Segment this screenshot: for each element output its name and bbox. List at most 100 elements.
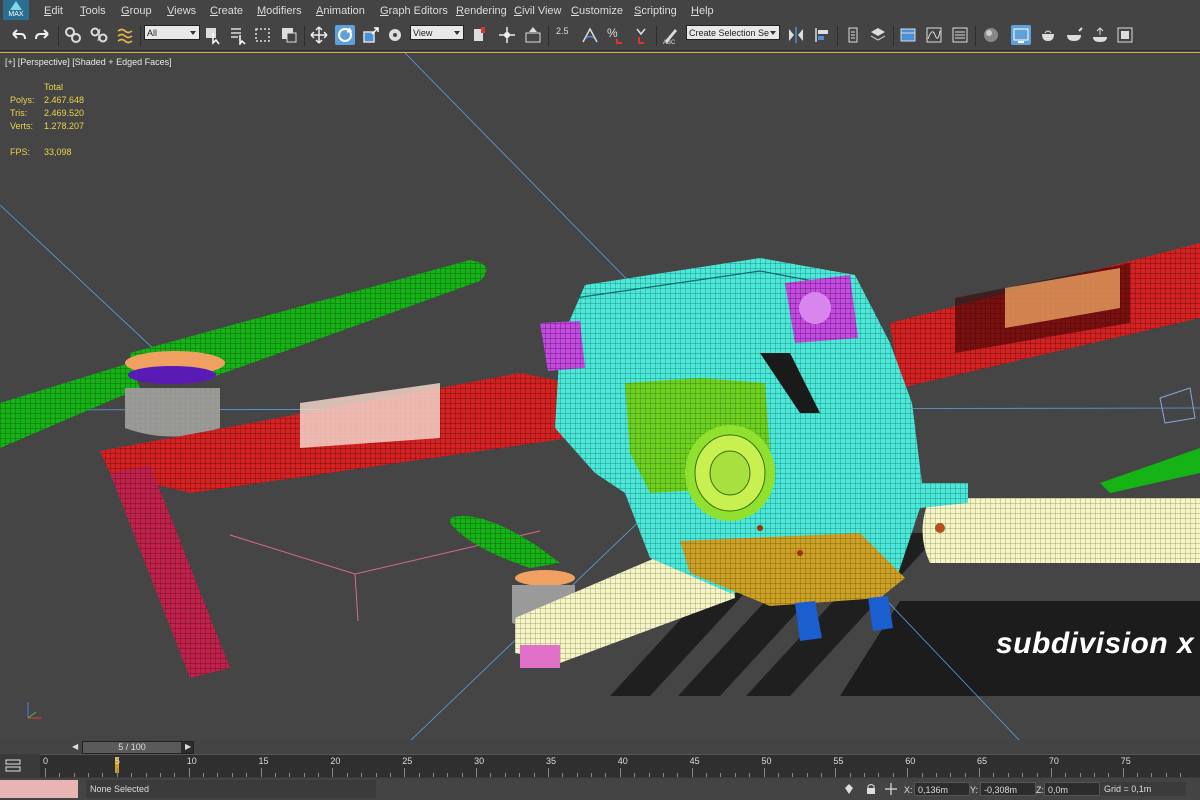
trackbar-tick <box>1094 773 1095 777</box>
tris-value: 2.469.520 <box>44 108 85 118</box>
spinner-snap-icon[interactable] <box>631 25 651 45</box>
bottom-panel: ◀ 5 / 100 ▶ 0 5 10 15 20 25 30 35 40 45 50 55 60 65 70… <box>0 740 1200 800</box>
sensor-mesh <box>540 321 585 371</box>
toggle-trackbar-icon[interactable] <box>4 757 22 775</box>
render-production-icon[interactable] <box>1064 25 1084 45</box>
window-crossing-icon[interactable] <box>279 25 299 45</box>
x-coord-field[interactable]: 0,136m <box>914 782 970 796</box>
viewport-label[interactable]: [+] [Perspective] [Shaded + Edged Faces] <box>5 57 172 67</box>
undo-icon[interactable] <box>8 25 28 45</box>
schematic-view-icon[interactable] <box>950 25 970 45</box>
menu-scripting[interactable]: Scripting <box>634 5 677 17</box>
place-icon[interactable] <box>386 25 406 45</box>
snap-toggle-label[interactable]: 2.5 <box>556 26 569 36</box>
trackbar-tick <box>634 773 636 777</box>
trackbar-frame-label: 15 <box>258 756 269 766</box>
trackbar-tick <box>964 773 966 777</box>
menu-edit[interactable]: Edit <box>44 5 63 17</box>
toggle-ribbon-icon[interactable] <box>898 25 918 45</box>
trackbar-tick <box>389 773 391 777</box>
axis-tripod-icon <box>27 702 42 719</box>
trackbar-tick <box>849 773 851 777</box>
trackbar-tick <box>102 773 104 777</box>
trackbar-tick <box>289 773 291 777</box>
percent-snap-icon[interactable]: % <box>605 25 625 45</box>
unlink-icon[interactable] <box>89 25 109 45</box>
trackbar-tick <box>864 773 866 777</box>
menu-graph-editors[interactable]: Graph Editors <box>380 5 448 17</box>
render-setup-icon[interactable] <box>1011 25 1031 45</box>
select-manipulate-icon[interactable] <box>497 25 517 45</box>
bottom-bolt <box>757 525 763 531</box>
menu-customize[interactable]: Customize <box>571 5 623 17</box>
link-icon[interactable] <box>63 25 83 45</box>
render-in-cloud-icon[interactable] <box>1090 25 1110 45</box>
trackbar-frame-label: 70 <box>1048 756 1059 766</box>
transform-mode-icon[interactable] <box>884 782 898 796</box>
menu-help[interactable]: Help <box>691 5 714 17</box>
time-slider[interactable]: 5 / 100 <box>82 741 194 754</box>
next-frame-icon[interactable]: ▶ <box>185 742 191 751</box>
curve-editor-icon[interactable] <box>924 25 944 45</box>
keyboard-shortcut-override-icon[interactable] <box>523 25 543 45</box>
align-icon[interactable] <box>812 25 832 45</box>
select-object-icon[interactable] <box>203 25 223 45</box>
main-toolbar: All View 2.5 % ABC Create Selection Se <box>0 22 1200 51</box>
trackbar-tick <box>576 773 578 777</box>
select-by-name-icon[interactable] <box>228 25 248 45</box>
menu-civil-view[interactable]: Civil View <box>514 5 561 17</box>
trackbar-tick <box>835 768 837 777</box>
material-editor-icon[interactable] <box>981 25 1001 45</box>
rendered-frame-window-icon[interactable] <box>1038 25 1058 45</box>
toggle-layer-explorer-icon[interactable] <box>868 25 888 45</box>
menu-rendering[interactable]: Rendering <box>456 5 507 17</box>
angle-snap-icon[interactable] <box>580 25 600 45</box>
motor-mesh <box>125 388 220 437</box>
render-shortcuts-icon[interactable] <box>1115 25 1135 45</box>
edit-named-selection-icon[interactable]: ABC <box>661 25 681 45</box>
lock-selection-icon[interactable] <box>864 782 878 796</box>
trackbar-tick <box>461 773 463 777</box>
menu-animation[interactable]: Animation <box>316 5 365 17</box>
menu-views[interactable]: Views <box>167 5 196 17</box>
trackbar-tick <box>1151 773 1153 777</box>
toolbar-separator <box>837 26 838 46</box>
trackbar-tick <box>720 773 722 777</box>
time-slider-thumb[interactable]: 5 / 100 <box>83 742 181 753</box>
trackbar-tick <box>1065 773 1067 777</box>
y-coord-field[interactable]: -0,308m <box>980 782 1036 796</box>
reference-coordinate-dropdown[interactable]: View <box>410 25 464 40</box>
menu-tools[interactable]: Tools <box>80 5 106 17</box>
trackbar-tick <box>45 768 46 777</box>
scale-icon[interactable] <box>361 25 381 45</box>
arm-foot <box>520 645 560 668</box>
rectangular-selection-icon[interactable] <box>253 25 273 45</box>
bind-spacewarp-icon[interactable] <box>115 25 135 45</box>
pivot-center-icon[interactable] <box>470 25 490 45</box>
perspective-viewport[interactable]: [+] [Perspective] [Shaded + Edged Faces]… <box>0 52 1200 741</box>
redo-icon[interactable] <box>33 25 53 45</box>
landing-foot <box>795 601 822 641</box>
trackbar-tick <box>131 773 133 777</box>
selection-filter-dropdown[interactable]: All <box>144 25 200 40</box>
menu-create[interactable]: Create <box>210 5 243 17</box>
trackbar[interactable]: 0 5 10 15 20 25 30 35 40 45 50 55 60 65 70 75 <box>40 754 1200 777</box>
trackbar-tick <box>907 768 909 777</box>
prev-frame-icon[interactable]: ◀ <box>72 742 78 751</box>
maxscript-listener-field[interactable] <box>0 780 78 798</box>
move-icon[interactable] <box>309 25 329 45</box>
mirror-icon[interactable] <box>786 25 806 45</box>
toggle-scene-explorer-icon[interactable] <box>843 25 863 45</box>
rotate-icon[interactable] <box>335 25 355 45</box>
stats-header: Total <box>44 82 64 92</box>
trackbar-tick <box>820 773 822 777</box>
menu-group[interactable]: Group <box>121 5 152 17</box>
menu-modifiers[interactable]: Modifiers <box>257 5 302 17</box>
isolate-selection-icon[interactable] <box>842 782 856 796</box>
app-logo[interactable]: MAX <box>3 0 29 20</box>
named-selection-set-dropdown[interactable]: Create Selection Se <box>686 25 780 40</box>
trackbar-tick <box>648 773 650 777</box>
motor-ring <box>128 366 216 384</box>
trackbar-tick <box>993 773 995 777</box>
z-coord-field[interactable]: 0,0m <box>1044 782 1100 796</box>
